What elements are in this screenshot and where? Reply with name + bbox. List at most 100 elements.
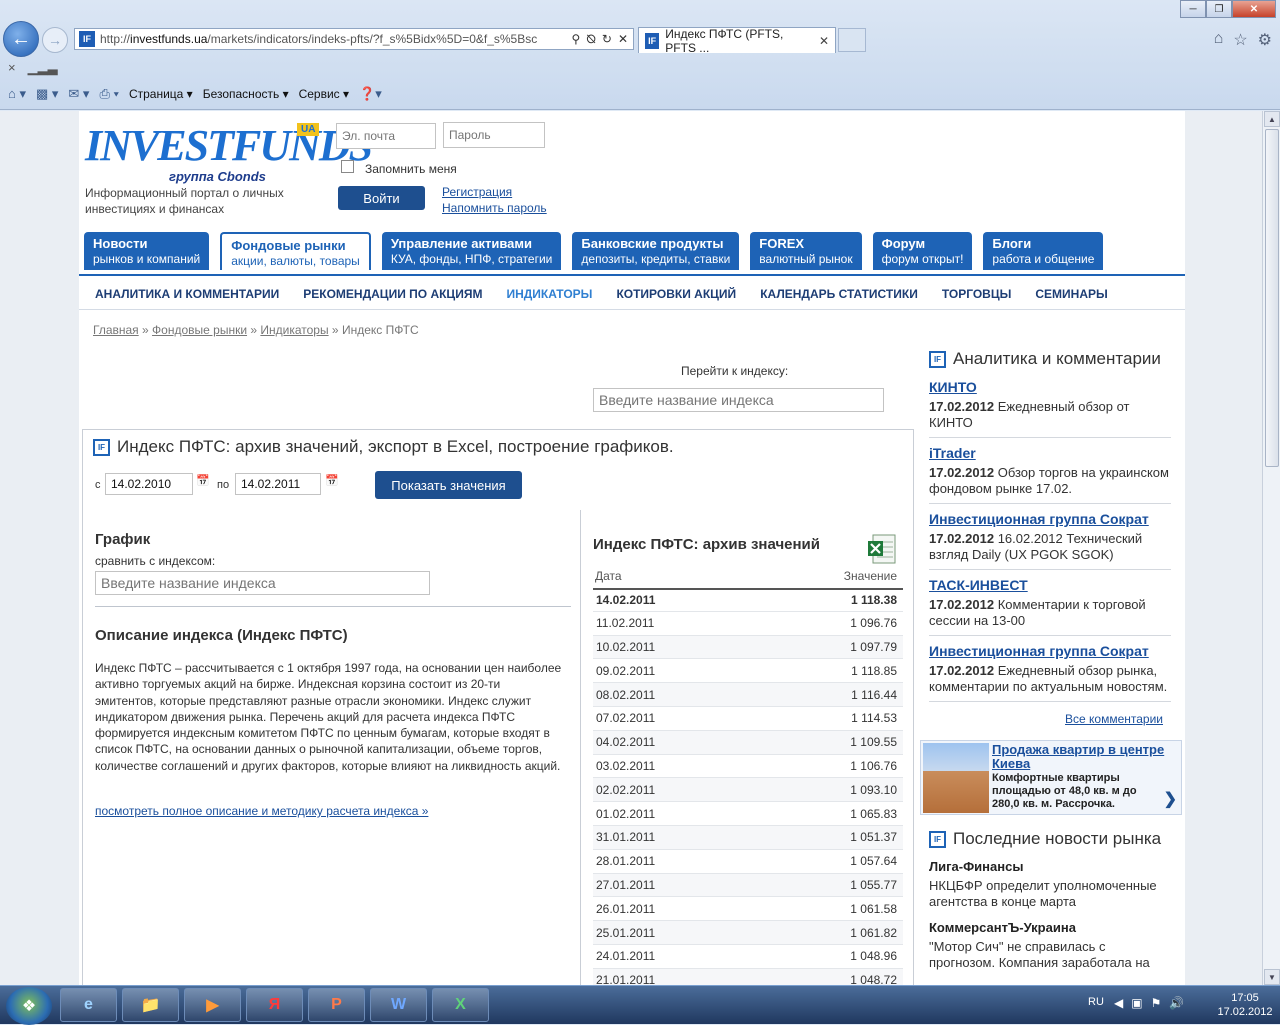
home-icon[interactable]: ⌂ [1214, 30, 1224, 50]
row-value: 1 109.55 [850, 735, 897, 750]
print-icon[interactable]: ⎙ ▾ [99, 86, 118, 102]
language-indicator[interactable]: RU [1088, 996, 1104, 1008]
menu-security[interactable]: Безопасность ▾ [203, 87, 289, 101]
forward-button[interactable]: → [42, 27, 68, 53]
breadcrumb-markets[interactable]: Фондовые рынки [152, 323, 247, 337]
password-field[interactable] [443, 122, 545, 148]
row-date: 04.02.2011 [596, 735, 656, 750]
analytics-source-link[interactable]: КИНТО [929, 379, 1171, 395]
ad-title[interactable]: Продажа квартир в центре Киева [992, 743, 1182, 771]
register-link[interactable]: Регистрация [442, 185, 512, 199]
row-date: 10.02.2011 [596, 639, 656, 654]
flag-icon[interactable]: ⚑ [1151, 996, 1162, 1010]
nav-tab-asset-management[interactable]: Управление активами КУА, фонды, НПФ, стра… [381, 232, 562, 270]
taskbar-yandex-icon[interactable]: Я [246, 988, 303, 1022]
taskbar-media-icon[interactable]: ▶ [184, 988, 241, 1022]
star-icon[interactable]: ☆ [1233, 30, 1247, 50]
analytics-text[interactable]: 17.02.2012 Ежедневный обзор от КИНТО [929, 399, 1171, 431]
subnav-quotes[interactable]: КОТИРОВКИ АКЦИЙ [616, 287, 736, 301]
compat-view-icon[interactable]: ⦰ [586, 32, 596, 47]
analytics-source-link[interactable]: ТАСК-ИНВЕСТ [929, 577, 1171, 593]
excel-export-icon[interactable] [867, 533, 897, 565]
subnav-traders[interactable]: ТОРГОВЦЫ [942, 287, 1012, 301]
nav-tab-markets[interactable]: Фондовые рынки акции, валюты, товары [220, 232, 371, 270]
close-bar-icon[interactable]: × [8, 60, 16, 76]
news-text[interactable]: НКЦБФР определит уполномоченные агентств… [929, 878, 1171, 910]
gear-icon[interactable]: ⚙ [1258, 30, 1272, 50]
network-icon[interactable]: ▣ [1131, 996, 1142, 1010]
minimize-button[interactable]: ─ [1180, 0, 1206, 18]
analytics-text[interactable]: 17.02.2012 Обзор торгов на украинском фо… [929, 465, 1171, 497]
home-icon[interactable]: ⌂ ▾ [8, 86, 26, 102]
vertical-scrollbar[interactable]: ▲ ▼ [1262, 111, 1280, 985]
remember-checkbox[interactable] [341, 160, 354, 173]
show-values-button[interactable]: Показать значения [375, 471, 522, 499]
breadcrumb-home[interactable]: Главная [93, 323, 139, 337]
col-value: Значение [843, 569, 897, 583]
address-url[interactable]: http://investfunds.ua/markets/indicators… [100, 32, 540, 46]
date-from-input[interactable] [105, 473, 193, 495]
stop-icon[interactable]: ✕ [618, 32, 628, 47]
tab-active[interactable]: IF Индекс ПФТС (PFTS, PFTS ... ✕ [638, 27, 836, 55]
refresh-icon[interactable]: ↻ [602, 32, 612, 47]
analytics-text[interactable]: 17.02.2012 Комментарии к торговой сессии… [929, 597, 1171, 629]
search-icon[interactable]: ⚲ [571, 32, 580, 47]
subnav-calendar[interactable]: КАЛЕНДАРЬ СТАТИСТИКИ [760, 287, 918, 301]
analytics-text[interactable]: 17.02.2012 Ежедневный обзор рынка, комме… [929, 663, 1171, 695]
table-row: 11.02.2011 1 096.76 [593, 612, 903, 636]
scroll-thumb[interactable] [1265, 129, 1279, 467]
email-field[interactable] [336, 123, 436, 149]
site-logo[interactable]: INVESTFUNDS группа Cbonds UA [85, 121, 373, 191]
rss-icon[interactable]: ▩ ▾ [36, 86, 58, 102]
taskbar-excel-icon[interactable]: X [432, 988, 489, 1022]
all-comments-link[interactable]: Все комментарии [1065, 712, 1163, 726]
scroll-up-icon[interactable]: ▲ [1264, 111, 1280, 127]
taskbar-word-icon[interactable]: W [370, 988, 427, 1022]
calendar-icon[interactable]: 📅 [196, 474, 210, 487]
taskbar-explorer-icon[interactable]: 📁 [122, 988, 179, 1022]
back-button[interactable]: ← [3, 21, 39, 57]
full-description-link[interactable]: посмотреть полное описание и методику ра… [95, 804, 428, 818]
analytics-source-link[interactable]: Инвестиционная группа Сократ [929, 511, 1171, 527]
goto-index-input[interactable] [593, 388, 884, 412]
analytics-text[interactable]: 17.02.2012 16.02.2012 Технический взгляд… [929, 531, 1171, 563]
volume-icon[interactable]: 🔊 [1169, 996, 1184, 1010]
clock[interactable]: 17:05 17.02.2012 [1213, 991, 1277, 1019]
address-bar[interactable]: IF http://investfunds.ua/markets/indicat… [74, 28, 634, 50]
scroll-down-icon[interactable]: ▼ [1264, 969, 1280, 985]
analytics-source-link[interactable]: iTrader [929, 445, 1171, 461]
maximize-button[interactable]: ❐ [1206, 0, 1232, 18]
breadcrumb-indicators[interactable]: Индикаторы [260, 323, 328, 337]
news-text[interactable]: "Мотор Сич" не справилась с прогнозом. К… [929, 939, 1171, 971]
login-button[interactable]: Войти [338, 186, 425, 210]
subnav-analytics[interactable]: АНАЛИТИКА И КОММЕНТАРИИ [95, 287, 279, 301]
table-row: 08.02.2011 1 116.44 [593, 683, 903, 707]
help-icon[interactable]: ❓▾ [359, 86, 382, 102]
nav-tab-news[interactable]: Новости рынков и компаний [84, 232, 210, 270]
taskbar-powerpoint-icon[interactable]: P [308, 988, 365, 1022]
subnav-recommendations[interactable]: РЕКОМЕНДАЦИИ ПО АКЦИЯМ [303, 287, 482, 301]
calendar-icon[interactable]: 📅 [325, 474, 339, 487]
taskbar-ie-icon[interactable]: e [60, 988, 117, 1022]
close-tab-icon[interactable]: ✕ [819, 34, 829, 48]
analytics-source-link[interactable]: Инвестиционная группа Сократ [929, 643, 1171, 659]
remind-password-link[interactable]: Напомнить пароль [442, 201, 547, 215]
date-to-input[interactable] [235, 473, 321, 495]
row-value: 1 055.77 [850, 877, 897, 892]
subnav-seminars[interactable]: СЕМИНАРЫ [1035, 287, 1107, 301]
nav-tab-banking[interactable]: Банковские продукты депозиты, кредиты, ст… [572, 232, 740, 270]
compare-index-input[interactable] [95, 571, 430, 595]
start-button[interactable]: ❖ [6, 987, 52, 1025]
menu-page[interactable]: Страница ▾ [129, 87, 193, 101]
ad-banner[interactable]: Продажа квартир в центре Киева Комфортны… [920, 740, 1182, 815]
nav-tab-forum[interactable]: Форум форум открыт! [872, 232, 973, 270]
chevron-left-icon[interactable]: ◀ [1114, 996, 1123, 1010]
chevron-right-icon[interactable]: ❯ [1164, 789, 1177, 809]
menu-service[interactable]: Сервис ▾ [299, 87, 349, 101]
nav-tab-blogs[interactable]: Блоги работа и общение [983, 232, 1104, 270]
subnav-indicators[interactable]: ИНДИКАТОРЫ [506, 287, 592, 301]
close-window-button[interactable]: ✕ [1232, 0, 1276, 18]
nav-tab-forex[interactable]: FOREX валютный рынок [750, 232, 862, 270]
new-tab-button[interactable] [838, 28, 866, 52]
mail-icon[interactable]: ✉ ▾ [68, 86, 89, 102]
